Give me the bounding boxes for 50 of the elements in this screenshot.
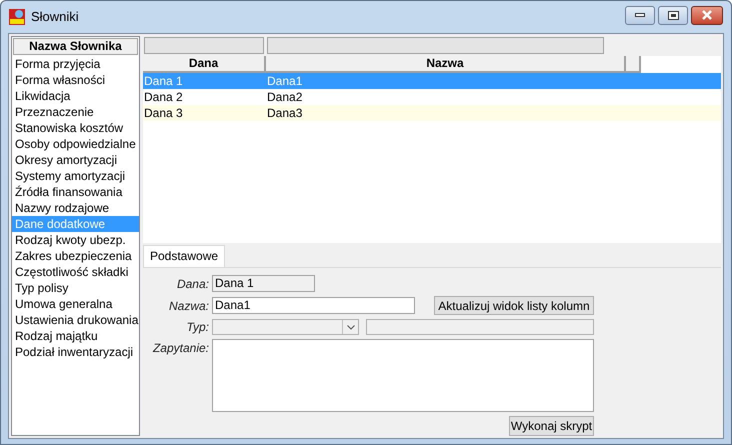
update-columns-button[interactable]: Aktualizuj widok listy kolumn xyxy=(434,296,594,315)
dictionary-item[interactable]: Stanowiska kosztów xyxy=(12,120,139,136)
minimize-icon xyxy=(635,13,645,17)
app-icon xyxy=(9,9,25,25)
dictionary-item[interactable]: Podział inwentaryzacji xyxy=(12,344,139,360)
table-cell-text: Dana3 xyxy=(266,105,304,121)
tab[interactable]: Podstawowe xyxy=(143,245,226,267)
close-icon xyxy=(701,10,713,20)
chevron-down-icon xyxy=(346,324,354,330)
column-header[interactable]: Nazwa xyxy=(266,56,626,73)
table-cell-text: Dana1 xyxy=(266,73,304,89)
dictionary-item[interactable]: Umowa generalna xyxy=(12,296,139,312)
dictionary-item[interactable]: Forma przyjęcia xyxy=(12,56,139,72)
close-button[interactable] xyxy=(691,6,723,24)
dictionary-item[interactable]: Nazwy rodzajowe xyxy=(12,200,139,216)
nazwa-field[interactable]: Dana1 xyxy=(212,297,415,314)
dana-field: Dana 1 xyxy=(212,275,315,292)
dictionary-item[interactable]: Forma własności xyxy=(12,72,139,88)
dictionary-item[interactable]: Częstotliwość składki xyxy=(12,264,139,280)
column-header[interactable]: Dana xyxy=(143,56,266,73)
field-label: Zapytanie: xyxy=(152,340,210,357)
filter-field[interactable] xyxy=(144,37,264,54)
dictionary-item[interactable]: Okresy amortyzacji xyxy=(12,152,139,168)
dictionary-item[interactable]: Ustawienia drukowania xyxy=(12,312,139,328)
table-cell-text: Dana 2 xyxy=(143,89,184,105)
filter-field[interactable] xyxy=(267,37,604,54)
dictionary-item[interactable]: Rodzaj kwoty ubezp. xyxy=(12,232,139,248)
type-dropdown[interactable] xyxy=(212,319,359,335)
minimize-button[interactable] xyxy=(625,6,655,24)
maximize-icon xyxy=(668,10,678,20)
dictionary-item[interactable]: Likwidacja xyxy=(12,88,139,104)
table-cell-text: Dana 3 xyxy=(143,105,184,121)
dictionary-item[interactable]: Osoby odpowiedzialne xyxy=(12,136,139,152)
run-script-button[interactable]: Wykonaj skrypt xyxy=(509,416,594,436)
table-cell-text: Dana 1 xyxy=(143,73,184,89)
dictionary-item[interactable]: Systemy amortyzacji xyxy=(12,168,139,184)
query-text-area[interactable] xyxy=(212,339,594,412)
table-cell-text: Dana2 xyxy=(266,89,304,105)
field-label: Nazwa: xyxy=(168,298,210,314)
dictionary-item[interactable]: Źródła finansowania xyxy=(12,184,139,200)
field-label: Dana: xyxy=(176,276,210,292)
table-row[interactable]: Dana 3 Dana3 xyxy=(143,105,721,121)
window-title: Słowniki xyxy=(31,8,79,26)
dictionary-item[interactable]: Rodzaj majątku xyxy=(12,328,139,344)
column-header: Nazwa Słownika xyxy=(13,38,138,55)
dictionary-item[interactable]: Zakres ubezpieczenia xyxy=(12,248,139,264)
dictionary-item[interactable]: Przeznaczenie xyxy=(12,104,139,120)
field-label: Typ: xyxy=(186,319,210,336)
maximize-button[interactable] xyxy=(658,6,688,24)
dictionary-item[interactable]: Typ polisy xyxy=(12,280,139,296)
